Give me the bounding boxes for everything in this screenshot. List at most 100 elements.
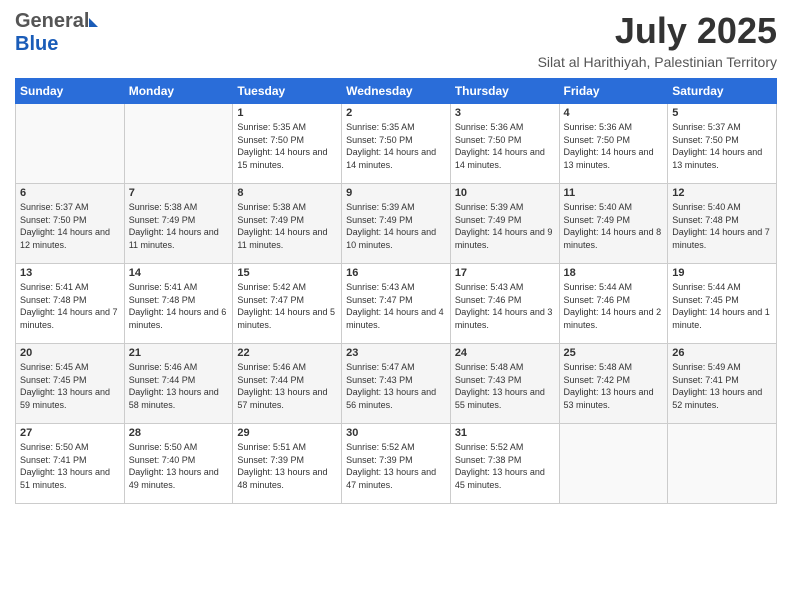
- calendar-week-row: 6 Sunrise: 5:37 AM Sunset: 7:50 PM Daylig…: [16, 184, 777, 264]
- day-number: 26: [672, 347, 772, 359]
- day-info: Sunrise: 5:44 AM Sunset: 7:45 PM Dayligh…: [672, 281, 772, 331]
- day-info: Sunrise: 5:37 AM Sunset: 7:50 PM Dayligh…: [20, 201, 120, 251]
- calendar-cell: 29 Sunrise: 5:51 AM Sunset: 7:39 PM Dayli…: [233, 424, 342, 504]
- calendar-cell: 12 Sunrise: 5:40 AM Sunset: 7:48 PM Dayli…: [668, 184, 777, 264]
- day-info: Sunrise: 5:42 AM Sunset: 7:47 PM Dayligh…: [237, 281, 337, 331]
- calendar-cell: 4 Sunrise: 5:36 AM Sunset: 7:50 PM Daylig…: [559, 104, 668, 184]
- calendar-cell: 2Sunrise: 5:35 AM Sunset: 7:50 PM Daylig…: [342, 104, 451, 184]
- day-number: 29: [237, 427, 337, 439]
- header-sunday: Sunday: [16, 79, 125, 104]
- calendar-cell: 27 Sunrise: 5:50 AM Sunset: 7:41 PM Dayli…: [16, 424, 125, 504]
- day-number: 17: [455, 267, 555, 279]
- header-friday: Friday: [559, 79, 668, 104]
- calendar-cell: 23 Sunrise: 5:47 AM Sunset: 7:43 PM Dayli…: [342, 344, 451, 424]
- day-info: Sunrise: 5:49 AM Sunset: 7:41 PM Dayligh…: [672, 361, 772, 411]
- day-number: 4: [564, 107, 664, 119]
- day-info: Sunrise: 5:41 AM Sunset: 7:48 PM Dayligh…: [20, 281, 120, 331]
- day-number: 3: [455, 107, 555, 119]
- day-number: 7: [129, 187, 229, 199]
- header-tuesday: Tuesday: [233, 79, 342, 104]
- day-info: Sunrise: 5:48 AM Sunset: 7:42 PM Dayligh…: [564, 361, 664, 411]
- calendar-cell: 31Sunrise: 5:52 AM Sunset: 7:38 PM Dayli…: [450, 424, 559, 504]
- day-info: Sunrise: 5:52 AM Sunset: 7:38 PM Dayligh…: [455, 441, 555, 491]
- day-number: 21: [129, 347, 229, 359]
- calendar-cell: 9Sunrise: 5:39 AM Sunset: 7:49 PM Daylig…: [342, 184, 451, 264]
- day-info: Sunrise: 5:36 AM Sunset: 7:50 PM Dayligh…: [455, 121, 555, 171]
- day-number: 19: [672, 267, 772, 279]
- header: General Blue July 2025 Silat al Harithiy…: [15, 10, 777, 70]
- calendar-cell: [559, 424, 668, 504]
- calendar-week-row: 13 Sunrise: 5:41 AM Sunset: 7:48 PM Dayli…: [16, 264, 777, 344]
- header-monday: Monday: [124, 79, 233, 104]
- calendar-cell: 14 Sunrise: 5:41 AM Sunset: 7:48 PM Dayli…: [124, 264, 233, 344]
- day-info: Sunrise: 5:35 AM Sunset: 7:50 PM Dayligh…: [237, 121, 337, 171]
- day-info: Sunrise: 5:51 AM Sunset: 7:39 PM Dayligh…: [237, 441, 337, 491]
- calendar-cell: 15 Sunrise: 5:42 AM Sunset: 7:47 PM Dayli…: [233, 264, 342, 344]
- calendar-cell: 1Sunrise: 5:35 AM Sunset: 7:50 PM Daylig…: [233, 104, 342, 184]
- location-text: Silat al Harithiyah, Palestinian Territo…: [538, 54, 777, 70]
- calendar-cell: 8Sunrise: 5:38 AM Sunset: 7:49 PM Daylig…: [233, 184, 342, 264]
- day-number: 6: [20, 187, 120, 199]
- day-number: 18: [564, 267, 664, 279]
- day-info: Sunrise: 5:39 AM Sunset: 7:49 PM Dayligh…: [455, 201, 555, 251]
- day-info: Sunrise: 5:37 AM Sunset: 7:50 PM Dayligh…: [672, 121, 772, 171]
- calendar-cell: 7Sunrise: 5:38 AM Sunset: 7:49 PM Daylig…: [124, 184, 233, 264]
- calendar-cell: 22 Sunrise: 5:46 AM Sunset: 7:44 PM Dayli…: [233, 344, 342, 424]
- calendar-cell: 25Sunrise: 5:48 AM Sunset: 7:42 PM Dayli…: [559, 344, 668, 424]
- logo-icon: [89, 18, 98, 27]
- calendar-week-row: 20 Sunrise: 5:45 AM Sunset: 7:45 PM Dayli…: [16, 344, 777, 424]
- calendar-cell: 30Sunrise: 5:52 AM Sunset: 7:39 PM Dayli…: [342, 424, 451, 504]
- header-saturday: Saturday: [668, 79, 777, 104]
- day-info: Sunrise: 5:50 AM Sunset: 7:40 PM Dayligh…: [129, 441, 229, 491]
- day-info: Sunrise: 5:40 AM Sunset: 7:48 PM Dayligh…: [672, 201, 772, 251]
- calendar-cell: [124, 104, 233, 184]
- calendar-cell: 11Sunrise: 5:40 AM Sunset: 7:49 PM Dayli…: [559, 184, 668, 264]
- calendar-cell: 28 Sunrise: 5:50 AM Sunset: 7:40 PM Dayli…: [124, 424, 233, 504]
- day-number: 27: [20, 427, 120, 439]
- day-info: Sunrise: 5:36 AM Sunset: 7:50 PM Dayligh…: [564, 121, 664, 171]
- title-section: July 2025 Silat al Harithiyah, Palestini…: [538, 10, 777, 70]
- calendar-page: General Blue July 2025 Silat al Harithiy…: [0, 0, 792, 612]
- day-info: Sunrise: 5:43 AM Sunset: 7:47 PM Dayligh…: [346, 281, 446, 331]
- calendar-cell: 26 Sunrise: 5:49 AM Sunset: 7:41 PM Dayli…: [668, 344, 777, 424]
- day-number: 14: [129, 267, 229, 279]
- day-number: 11: [564, 187, 664, 199]
- calendar-cell: 16 Sunrise: 5:43 AM Sunset: 7:47 PM Dayli…: [342, 264, 451, 344]
- logo-blue-text: Blue: [15, 33, 58, 55]
- day-number: 10: [455, 187, 555, 199]
- calendar-cell: 6 Sunrise: 5:37 AM Sunset: 7:50 PM Daylig…: [16, 184, 125, 264]
- calendar-cell: 18 Sunrise: 5:44 AM Sunset: 7:46 PM Dayli…: [559, 264, 668, 344]
- calendar-week-row: 1Sunrise: 5:35 AM Sunset: 7:50 PM Daylig…: [16, 104, 777, 184]
- calendar-cell: 24 Sunrise: 5:48 AM Sunset: 7:43 PM Dayli…: [450, 344, 559, 424]
- calendar-cell: 5 Sunrise: 5:37 AM Sunset: 7:50 PM Daylig…: [668, 104, 777, 184]
- day-info: Sunrise: 5:50 AM Sunset: 7:41 PM Dayligh…: [20, 441, 120, 491]
- day-info: Sunrise: 5:39 AM Sunset: 7:49 PM Dayligh…: [346, 201, 446, 251]
- day-number: 28: [129, 427, 229, 439]
- day-info: Sunrise: 5:46 AM Sunset: 7:44 PM Dayligh…: [237, 361, 337, 411]
- calendar-cell: 3 Sunrise: 5:36 AM Sunset: 7:50 PM Daylig…: [450, 104, 559, 184]
- day-number: 12: [672, 187, 772, 199]
- month-year-title: July 2025: [538, 10, 777, 52]
- day-info: Sunrise: 5:41 AM Sunset: 7:48 PM Dayligh…: [129, 281, 229, 331]
- day-number: 16: [346, 267, 446, 279]
- calendar-table: Sunday Monday Tuesday Wednesday Thursday…: [15, 78, 777, 504]
- calendar-cell: [668, 424, 777, 504]
- header-thursday: Thursday: [450, 79, 559, 104]
- day-info: Sunrise: 5:43 AM Sunset: 7:46 PM Dayligh…: [455, 281, 555, 331]
- calendar-cell: 21Sunrise: 5:46 AM Sunset: 7:44 PM Dayli…: [124, 344, 233, 424]
- day-number: 13: [20, 267, 120, 279]
- calendar-cell: 17 Sunrise: 5:43 AM Sunset: 7:46 PM Dayli…: [450, 264, 559, 344]
- day-info: Sunrise: 5:44 AM Sunset: 7:46 PM Dayligh…: [564, 281, 664, 331]
- day-info: Sunrise: 5:52 AM Sunset: 7:39 PM Dayligh…: [346, 441, 446, 491]
- day-info: Sunrise: 5:48 AM Sunset: 7:43 PM Dayligh…: [455, 361, 555, 411]
- day-number: 20: [20, 347, 120, 359]
- day-number: 24: [455, 347, 555, 359]
- day-number: 23: [346, 347, 446, 359]
- day-number: 22: [237, 347, 337, 359]
- day-number: 15: [237, 267, 337, 279]
- day-number: 5: [672, 107, 772, 119]
- day-info: Sunrise: 5:45 AM Sunset: 7:45 PM Dayligh…: [20, 361, 120, 411]
- calendar-cell: 19 Sunrise: 5:44 AM Sunset: 7:45 PM Dayli…: [668, 264, 777, 344]
- calendar-cell: 10 Sunrise: 5:39 AM Sunset: 7:49 PM Dayli…: [450, 184, 559, 264]
- day-info: Sunrise: 5:47 AM Sunset: 7:43 PM Dayligh…: [346, 361, 446, 411]
